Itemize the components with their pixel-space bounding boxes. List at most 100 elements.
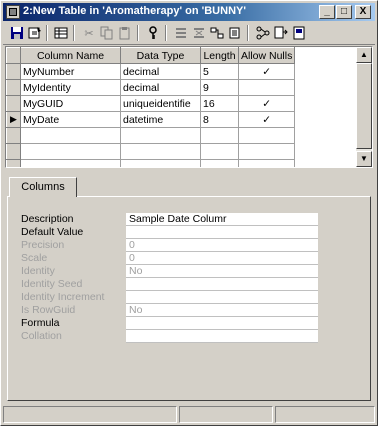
cell-column-name[interactable]: MyNumber (20, 63, 121, 80)
property-row-precision: Precision 0 (21, 239, 321, 252)
insert-column-icon[interactable] (173, 25, 189, 41)
cell-length[interactable]: 9 (200, 79, 239, 96)
empty-cell[interactable] (237, 143, 296, 160)
scroll-thumb[interactable] (356, 63, 372, 149)
cell-length[interactable]: 5 (200, 63, 239, 80)
precision-field: 0 (126, 239, 318, 252)
description-field[interactable]: Sample Date Columr (126, 213, 318, 226)
cell-column-name[interactable]: MyIdentity (20, 79, 121, 96)
indexes-icon[interactable] (227, 25, 243, 41)
close-button[interactable]: X (355, 5, 371, 19)
property-label: Identity Seed (21, 278, 83, 290)
current-row-indicator[interactable]: ▶ (6, 111, 21, 128)
cell-column-name[interactable]: MyDate (20, 111, 121, 128)
cell-allow-nulls[interactable]: ✓ (237, 111, 296, 128)
property-row-default-value: Default Value (21, 226, 321, 239)
column-grid[interactable]: Column Name Data Type Length Allow Nulls… (5, 46, 373, 168)
header-data-type[interactable]: Data Type (120, 47, 201, 64)
cell-column-name[interactable]: MyGUID (20, 95, 121, 112)
property-label: Default Value (21, 226, 84, 238)
designer-window: 2:New Table in 'Aromatherapy' on 'BUNNY'… (0, 0, 378, 426)
row-selector[interactable] (6, 159, 21, 167)
empty-cell[interactable] (120, 159, 201, 167)
manage-icon[interactable] (291, 25, 307, 41)
cell-length[interactable]: 16 (200, 95, 239, 112)
save-icon[interactable] (9, 25, 25, 41)
properties-icon[interactable] (27, 25, 43, 41)
relationships-icon[interactable] (209, 25, 225, 41)
copy-icon[interactable] (99, 25, 115, 41)
scale-field: 0 (126, 252, 318, 265)
property-label: Identity Increment (21, 291, 105, 303)
row-selector[interactable] (6, 95, 21, 112)
delete-column-icon[interactable] (191, 25, 207, 41)
grid-header-row: Column Name Data Type Length Allow Nulls (6, 47, 362, 64)
empty-cell[interactable] (20, 127, 121, 144)
toolbar-separator (73, 25, 75, 41)
header-allow-nulls[interactable]: Allow Nulls (237, 47, 296, 64)
title-bar[interactable]: 2:New Table in 'Aromatherapy' on 'BUNNY'… (3, 3, 375, 21)
empty-row[interactable] (6, 159, 362, 168)
cell-data-type[interactable]: decimal (120, 79, 201, 96)
header-length[interactable]: Length (200, 47, 239, 64)
empty-row[interactable] (6, 143, 362, 160)
table-icon[interactable] (53, 25, 69, 41)
constraints-icon[interactable] (255, 25, 271, 41)
table-row[interactable]: MyNumber decimal 5 ✓ (6, 63, 362, 80)
row-selector[interactable] (6, 127, 21, 144)
property-row-formula: Formula (21, 317, 321, 330)
empty-cell[interactable] (120, 143, 201, 160)
empty-cell[interactable] (20, 143, 121, 160)
empty-cell[interactable] (200, 143, 239, 160)
cell-data-type[interactable]: decimal (120, 63, 201, 80)
status-bar (3, 406, 375, 423)
empty-cell[interactable] (200, 127, 239, 144)
toolbar-separator (137, 25, 139, 41)
table-row[interactable]: MyIdentity decimal 9 (6, 79, 362, 96)
property-row-identity: Identity No (21, 265, 321, 278)
tab-columns[interactable]: Columns (9, 177, 77, 197)
cut-icon[interactable]: ✂ (81, 25, 97, 41)
cell-data-type[interactable]: uniqueidentifie (120, 95, 201, 112)
property-row-is-rowguid: Is RowGuid No (21, 304, 321, 317)
status-pane (179, 406, 273, 423)
primary-key-icon[interactable] (145, 25, 161, 41)
property-label: Precision (21, 239, 65, 251)
table-row[interactable]: ▶ MyDate datetime 8 ✓ (6, 111, 362, 128)
vertical-scrollbar[interactable]: ▲ ▼ (356, 47, 372, 167)
property-label: Identity (21, 265, 55, 277)
property-row-identity-increment: Identity Increment (21, 291, 321, 304)
cell-allow-nulls[interactable] (237, 79, 296, 96)
generate-script-icon[interactable] (273, 25, 289, 41)
empty-cell[interactable] (237, 127, 296, 144)
empty-cell[interactable] (237, 159, 296, 167)
cell-length[interactable]: 8 (200, 111, 239, 128)
paste-icon[interactable] (117, 25, 133, 41)
identity-increment-field (126, 291, 318, 304)
scroll-down-arrow-icon[interactable]: ▼ (356, 151, 372, 167)
empty-cell[interactable] (200, 159, 239, 167)
grid-empty-area (295, 80, 362, 96)
row-selector[interactable] (6, 63, 21, 80)
identity-seed-field (126, 278, 318, 291)
cell-data-type[interactable]: datetime (120, 111, 201, 128)
header-column-name[interactable]: Column Name (20, 47, 121, 64)
row-selector[interactable] (6, 143, 21, 160)
formula-field[interactable] (126, 317, 318, 330)
empty-row[interactable] (6, 127, 362, 144)
toolbar-separator (165, 25, 167, 41)
maximize-button[interactable]: □ (336, 5, 352, 19)
empty-cell[interactable] (20, 159, 121, 167)
grid-empty-area (295, 160, 362, 168)
is-rowguid-field: No (126, 304, 318, 317)
empty-cell[interactable] (120, 127, 201, 144)
minimize-button[interactable]: _ (319, 5, 335, 19)
table-row[interactable]: MyGUID uniqueidentifie 16 ✓ (6, 95, 362, 112)
property-row-description: Description Sample Date Columr (21, 213, 321, 226)
scroll-up-arrow-icon[interactable]: ▲ (356, 47, 372, 63)
app-icon[interactable] (6, 5, 20, 19)
cell-allow-nulls[interactable]: ✓ (237, 63, 296, 80)
default-value-field[interactable] (126, 226, 318, 239)
cell-allow-nulls[interactable]: ✓ (237, 95, 296, 112)
row-selector[interactable] (6, 79, 21, 96)
